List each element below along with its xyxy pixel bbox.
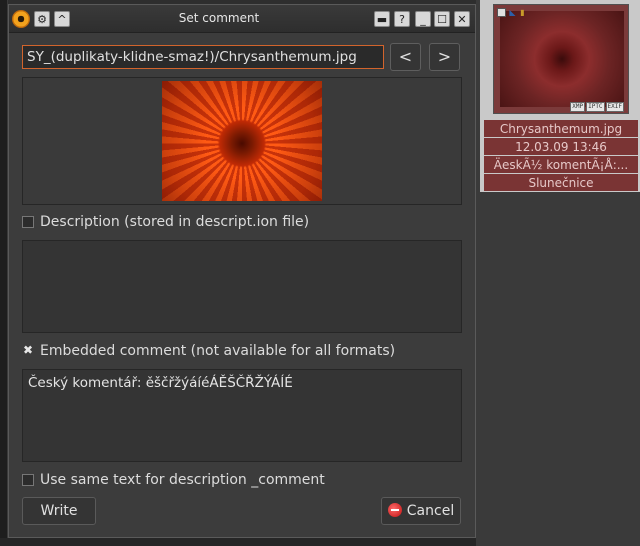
close-button[interactable]: ✕	[454, 11, 470, 27]
filename-value: SY_(duplikaty-klidne-smaz!)/Chrysanthemu…	[27, 49, 357, 65]
embedded-comment-textarea[interactable]: Český komentář: ěščřžýáíéÁĚŠČŘŽÝÁÍÉ	[22, 369, 462, 462]
metadata-badges: XMP IPTC EXIF	[570, 102, 624, 112]
thumbnail-labels: Chrysanthemum.jpg 12.03.09 13:46 Ä eskÃ½…	[484, 120, 638, 192]
embedded-checkbox-check-icon[interactable]: ✖	[22, 345, 34, 357]
app-logo-icon	[12, 10, 30, 28]
window-menu-icon[interactable]: ⚙	[34, 11, 50, 27]
dialog-titlebar[interactable]: ⚙ ^ Set comment ▬ ? _ ☐ ✕	[9, 5, 475, 33]
previous-file-button[interactable]: <	[390, 43, 421, 71]
thumbnail-date: 12.03.09 13:46	[484, 138, 638, 156]
exif-badge: EXIF	[606, 102, 624, 112]
thumbnail-description: Slunečnice	[484, 174, 638, 192]
thumbnail-comment: Ä eskÃ½ komentÃ¡Å:...	[484, 156, 638, 174]
help-button[interactable]: ?	[394, 11, 410, 27]
next-file-button[interactable]: >	[429, 43, 460, 71]
set-comment-dialog: ⚙ ^ Set comment ▬ ? _ ☐ ✕ SY_(duplikaty-…	[8, 4, 476, 538]
iptc-badge: IPTC	[586, 102, 604, 112]
filename-field[interactable]: SY_(duplikaty-klidne-smaz!)/Chrysanthemu…	[22, 45, 384, 69]
cancel-icon	[388, 503, 402, 517]
thumbnail-image[interactable]	[500, 11, 624, 107]
maximize-button[interactable]: ☐	[434, 11, 450, 27]
same-text-checkbox[interactable]	[22, 474, 34, 486]
dialog-title: Set comment	[89, 11, 349, 25]
desktop-bottom-edge	[0, 538, 476, 546]
minimize-button[interactable]: _	[415, 11, 431, 27]
image-preview	[162, 81, 322, 201]
description-checkbox-row[interactable]: Description (stored in descript.ion file…	[22, 213, 309, 231]
embedded-checkbox-label: Embedded comment (not available for all …	[40, 343, 395, 359]
desktop-background	[0, 0, 8, 546]
cancel-button[interactable]: Cancel	[381, 497, 461, 525]
cancel-label: Cancel	[407, 503, 454, 519]
tag-icon: ▮	[519, 8, 526, 17]
thumbnail-filename: Chrysanthemum.jpg	[484, 120, 638, 138]
image-preview-area	[22, 77, 462, 205]
xmp-badge: XMP	[570, 102, 585, 112]
flag-icon: ◣	[509, 8, 516, 17]
embedded-checkbox-row[interactable]: ✖ Embedded comment (not available for al…	[22, 342, 395, 360]
thumbnail-frame[interactable]: ◣ ▮ XMP IPTC EXIF	[493, 4, 629, 114]
same-text-checkbox-row[interactable]: Use same text for description _comment	[22, 471, 325, 489]
description-checkbox[interactable]	[22, 216, 34, 228]
shade-up-icon[interactable]: ^	[54, 11, 70, 27]
same-text-checkbox-label: Use same text for description _comment	[40, 472, 325, 488]
file-browser-pane: ◣ ▮ XMP IPTC EXIF Chrysanthemum.jpg 12.0…	[476, 0, 640, 546]
description-checkbox-label: Description (stored in descript.ion file…	[40, 214, 309, 230]
description-textarea[interactable]	[22, 240, 462, 333]
shade-button[interactable]: ▬	[374, 11, 390, 27]
thumbnail-select-checkbox[interactable]	[497, 8, 506, 17]
thumbnail-tile[interactable]: ◣ ▮ XMP IPTC EXIF Chrysanthemum.jpg 12.0…	[480, 0, 640, 192]
write-button[interactable]: Write	[22, 497, 96, 525]
